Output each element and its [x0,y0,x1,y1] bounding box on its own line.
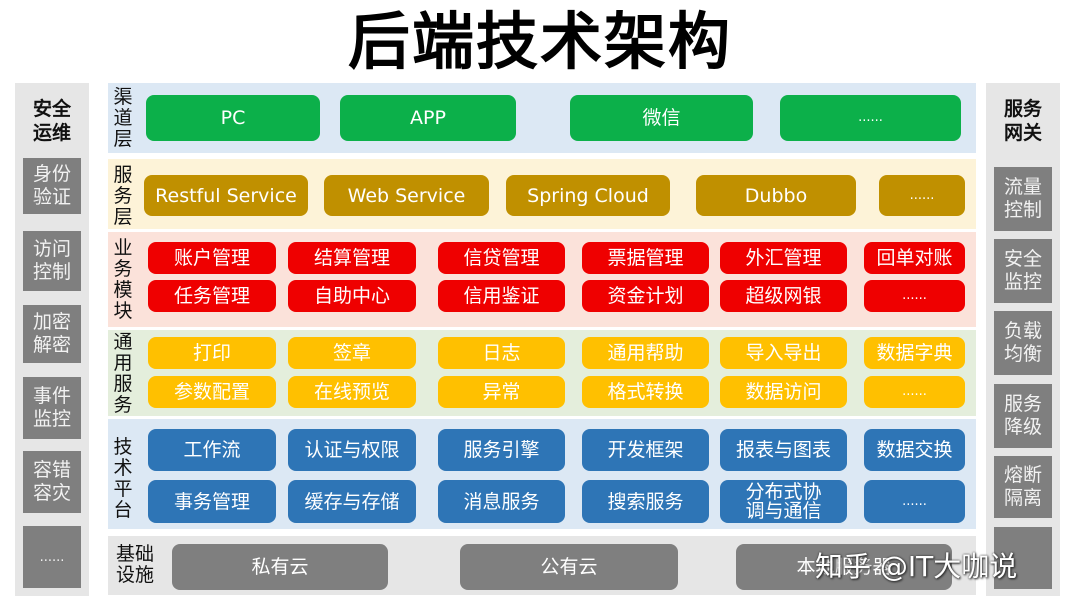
tech-platform-item[interactable]: 分布式协 调与通信 [720,480,847,523]
business-module-item[interactable]: 任务管理 [148,280,276,312]
business-layer-label: 业务模块 [113,237,133,322]
left-sidebar-header: 安全 运维 [32,98,71,144]
business-module-item[interactable]: 结算管理 [288,242,416,274]
business-module-item[interactable]: 信用鉴证 [438,280,565,312]
tech-platform-item[interactable]: 服务引擎 [438,429,565,471]
right-sidebar-item[interactable]: 安全 监控 [994,239,1052,303]
common-service-item[interactable]: 打印 [148,337,276,369]
right-sidebar-item[interactable]: 熔断 隔离 [994,456,1052,518]
common-service-item[interactable]: 数据访问 [720,376,847,408]
business-module-item[interactable]: 超级网银 [720,280,847,312]
left-sidebar-security-ops: 安全 运维 身份 验证 访问 控制 加密 解密 事件 监控 容错 容灾 ....… [15,83,89,596]
channel-item[interactable]: ...... [780,95,961,141]
left-sidebar-item[interactable]: 加密 解密 [23,305,81,363]
business-module-item[interactable]: ...... [864,280,965,312]
business-module-item[interactable]: 资金计划 [582,280,709,312]
common-service-item[interactable]: 格式转换 [582,376,709,408]
common-service-item[interactable]: 通用帮助 [582,337,709,369]
channel-item[interactable]: PC [146,95,320,141]
infra-item[interactable]: 公有云 [460,544,678,590]
business-module-item[interactable]: 账户管理 [148,242,276,274]
business-module-item[interactable]: 外汇管理 [720,242,847,274]
left-sidebar-item[interactable]: 身份 验证 [23,158,81,214]
right-sidebar-service-gateway: 服务 网关 流量 控制 安全 监控 负载 均衡 服务 降级 熔断 隔离 [986,83,1060,596]
common-service-item[interactable]: ...... [864,376,965,408]
channel-layer: 渠道层 PC APP 微信 ...... [108,83,976,153]
tech-platform-item[interactable]: 报表与图表 [720,429,847,471]
tech-platform-item[interactable]: 搜索服务 [582,480,709,523]
common-service-item[interactable]: 导入导出 [720,337,847,369]
business-module-item[interactable]: 票据管理 [582,242,709,274]
common-service-item[interactable]: 在线预览 [288,376,416,408]
tech-platform-item[interactable]: 缓存与存储 [288,480,416,523]
left-sidebar-item[interactable]: 访问 控制 [23,231,81,291]
common-service-item[interactable]: 参数配置 [148,376,276,408]
common-service-item[interactable]: 签章 [288,337,416,369]
tech-platform-item[interactable]: 数据交换 [864,429,965,471]
left-sidebar-item[interactable]: ...... [23,526,81,588]
business-module-item[interactable]: 回单对账 [864,242,965,274]
infrastructure-layer-label: 基础 设施 [115,543,154,586]
service-layer: 服务层 Restful Service Web Service Spring C… [108,159,976,229]
business-module-item[interactable]: 自助中心 [288,280,416,312]
service-item[interactable]: Dubbo [696,175,856,216]
watermark: 知乎 @IT大咖说 [815,550,1018,583]
tech-platform-layer-label: 技术平台 [113,436,133,521]
channel-layer-label: 渠道层 [113,86,133,150]
right-sidebar-item[interactable]: 流量 控制 [994,167,1052,231]
channel-item[interactable]: APP [340,95,516,141]
common-services-layer-label: 通用服务 [113,331,133,416]
business-module-item[interactable]: 信贷管理 [438,242,565,274]
business-layer: 业务模块 账户管理 结算管理 信贷管理 票据管理 外汇管理 回单对账任务管理 自助中心 信用鉴… [108,232,976,327]
tech-platform-item[interactable]: ...... [864,480,965,523]
channel-item[interactable]: 微信 [570,95,753,141]
tech-platform-item[interactable]: 消息服务 [438,480,565,523]
tech-platform-item[interactable]: 认证与权限 [288,429,416,471]
page-title: 后端技术架构 [347,5,732,78]
right-sidebar-header: 服务 网关 [1003,98,1042,144]
left-sidebar-item[interactable]: 容错 容灾 [23,451,81,513]
right-sidebar-item[interactable]: 服务 降级 [994,384,1052,448]
common-services-layer: 通用服务 打印 签章 日志 通用帮助 导入导出 数据字典参数配置 在线预览 异常 格式转换 数据访… [108,330,976,416]
service-item[interactable]: Web Service [324,175,489,216]
service-layer-label: 服务层 [113,164,133,228]
common-service-item[interactable]: 异常 [438,376,565,408]
service-item[interactable]: ...... [879,175,965,216]
common-service-item[interactable]: 日志 [438,337,565,369]
infra-item[interactable]: 私有云 [172,544,388,590]
service-item[interactable]: Spring Cloud [506,175,670,216]
common-service-item[interactable]: 数据字典 [864,337,965,369]
tech-platform-item[interactable]: 事务管理 [148,480,276,523]
tech-platform-item[interactable]: 开发框架 [582,429,709,471]
service-item[interactable]: Restful Service [144,175,308,216]
left-sidebar-item[interactable]: 事件 监控 [23,377,81,439]
right-sidebar-item[interactable]: 负载 均衡 [994,311,1052,375]
tech-platform-layer: 技术平台 工作流 认证与权限 服务引擎 开发框架 报表与图表 数据交换事务管理 缓存与存储消… [108,419,976,529]
tech-platform-item[interactable]: 工作流 [148,429,276,471]
